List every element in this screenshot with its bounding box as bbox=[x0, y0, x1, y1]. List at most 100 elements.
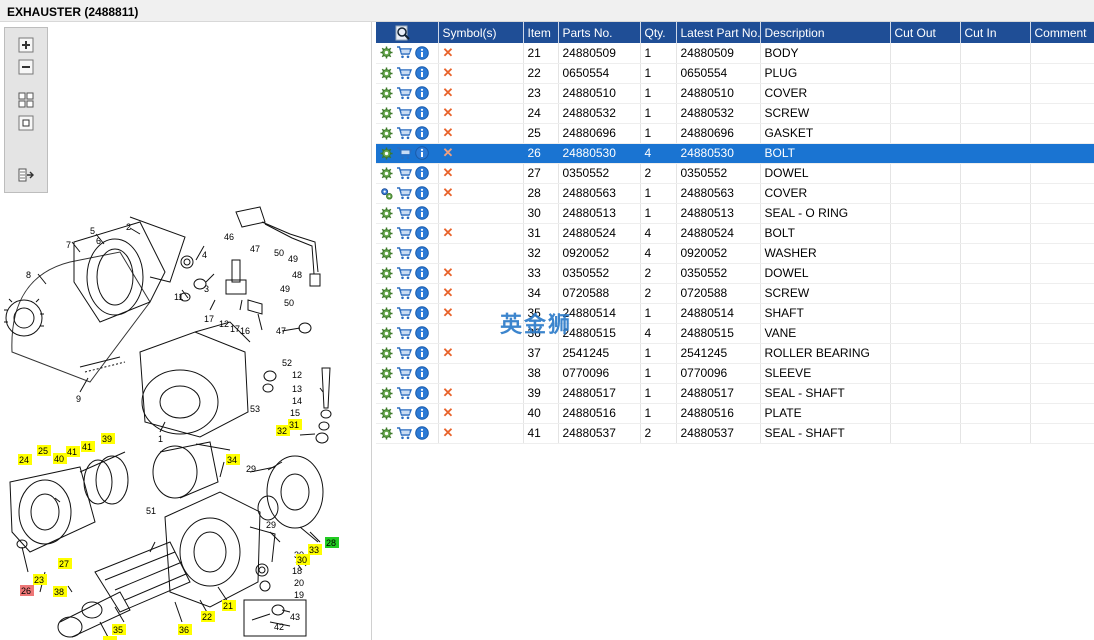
table-row[interactable]: 38 0770096 1 0770096 SLEEVE bbox=[376, 363, 1094, 384]
column-header-symbols[interactable]: Symbol(s) bbox=[438, 22, 524, 43]
cart-icon[interactable] bbox=[396, 346, 412, 360]
cart-icon[interactable] bbox=[396, 226, 412, 240]
table-row[interactable]: ✕ 34 0720588 2 0720588 SCREW bbox=[376, 283, 1094, 304]
column-header-cut-out[interactable]: Cut Out bbox=[890, 22, 961, 43]
gear-icon[interactable] bbox=[380, 406, 393, 420]
gear-icon[interactable] bbox=[380, 126, 393, 140]
info-icon[interactable] bbox=[415, 326, 429, 340]
cart-icon[interactable] bbox=[396, 406, 412, 420]
info-icon[interactable] bbox=[415, 266, 429, 280]
info-icon[interactable] bbox=[415, 406, 429, 420]
cart-icon[interactable] bbox=[396, 86, 412, 100]
gear-icon[interactable] bbox=[380, 266, 393, 280]
cart-icon[interactable] bbox=[396, 66, 412, 80]
column-header-comment[interactable]: Comment bbox=[1030, 22, 1094, 43]
table-row[interactable]: ✕ 28 24880563 1 24880563 COVER bbox=[376, 183, 1094, 204]
info-icon[interactable] bbox=[415, 126, 429, 140]
info-icon[interactable] bbox=[415, 426, 429, 440]
table-row[interactable]: ✕ 23 24880510 1 24880510 COVER bbox=[376, 83, 1094, 104]
highlighted-callouts[interactable]: 24 25 40 41 41 39 34 32 31 28 33 30 27 2… bbox=[18, 419, 339, 640]
cart-icon[interactable] bbox=[396, 246, 412, 260]
gear-icon[interactable] bbox=[380, 246, 393, 260]
gear-icon[interactable] bbox=[380, 66, 393, 80]
table-row[interactable]: ✕ 26 24880530 4 24880530 BOLT bbox=[376, 143, 1094, 164]
cart-icon[interactable] bbox=[396, 366, 412, 380]
gear-icon[interactable] bbox=[380, 326, 393, 340]
cart-icon[interactable] bbox=[396, 166, 412, 180]
cart-icon[interactable] bbox=[396, 126, 412, 140]
row-description: BOLT bbox=[760, 143, 891, 164]
table-row[interactable]: 30 24880513 1 24880513 SEAL - O RING bbox=[376, 203, 1094, 224]
info-icon[interactable] bbox=[415, 86, 429, 100]
column-header-description[interactable]: Description bbox=[760, 22, 891, 43]
table-row[interactable]: ✕ 21 24880509 1 24880509 BODY bbox=[376, 43, 1094, 64]
gear-icon[interactable] bbox=[380, 306, 393, 320]
zoom-out-button[interactable] bbox=[16, 58, 36, 76]
cart-icon[interactable] bbox=[396, 326, 412, 340]
table-row[interactable]: 32 0920052 4 0920052 WASHER bbox=[376, 243, 1094, 264]
info-icon[interactable] bbox=[415, 206, 429, 220]
table-row[interactable]: ✕ 27 0350552 2 0350552 DOWEL bbox=[376, 163, 1094, 184]
column-header-search[interactable] bbox=[376, 22, 439, 43]
column-header-item[interactable]: Item bbox=[523, 22, 559, 43]
info-icon[interactable] bbox=[415, 346, 429, 360]
column-header-latest-part-no[interactable]: Latest Part No. bbox=[676, 22, 761, 43]
cart-icon[interactable] bbox=[396, 426, 412, 440]
info-icon[interactable] bbox=[415, 166, 429, 180]
cart-icon[interactable] bbox=[396, 146, 412, 160]
table-row[interactable]: ✕ 40 24880516 1 24880516 PLATE bbox=[376, 403, 1094, 424]
gear-icon[interactable] bbox=[380, 146, 393, 160]
gear-icon[interactable] bbox=[380, 86, 393, 100]
gear-icon[interactable] bbox=[380, 426, 393, 440]
table-row[interactable]: ✕ 33 0350552 2 0350552 DOWEL bbox=[376, 263, 1094, 284]
exploded-parts-diagram[interactable]: 2567 8943 1117 12 17 164647 50 49484950 475… bbox=[0, 182, 372, 640]
cart-icon[interactable] bbox=[396, 46, 412, 59]
zoom-in-button[interactable] bbox=[16, 36, 36, 54]
cart-icon[interactable] bbox=[396, 186, 412, 200]
gear-icon[interactable] bbox=[380, 106, 393, 120]
info-icon[interactable] bbox=[415, 226, 429, 240]
info-icon[interactable] bbox=[415, 186, 429, 200]
table-row[interactable]: ✕ 35 24880514 1 24880514 SHAFT bbox=[376, 303, 1094, 324]
info-icon[interactable] bbox=[415, 146, 429, 160]
table-row[interactable]: ✕ 39 24880517 1 24880517 SEAL - SHAFT bbox=[376, 383, 1094, 404]
gear-icon[interactable] bbox=[380, 386, 393, 400]
column-header-cut-in[interactable]: Cut In bbox=[960, 22, 1031, 43]
cart-icon[interactable] bbox=[396, 106, 412, 120]
cart-icon[interactable] bbox=[396, 286, 412, 300]
cart-icon[interactable] bbox=[396, 386, 412, 400]
cart-icon[interactable] bbox=[396, 306, 412, 320]
gear-icon[interactable] bbox=[380, 286, 393, 300]
cart-icon[interactable] bbox=[396, 266, 412, 280]
info-icon[interactable] bbox=[415, 306, 429, 320]
info-icon[interactable] bbox=[415, 386, 429, 400]
diagram-pane[interactable]: 2567 8943 11 17 12 17 16 46 47 50 49 48 49 50 47 5… bbox=[0, 22, 372, 640]
table-row[interactable]: ✕ 37 2541245 1 2541245 ROLLER BEARING bbox=[376, 343, 1094, 364]
info-icon[interactable] bbox=[415, 246, 429, 260]
cart-icon[interactable] bbox=[396, 206, 412, 220]
gear-icon[interactable] bbox=[380, 226, 393, 240]
fit-page-button[interactable] bbox=[16, 91, 36, 109]
actual-size-button[interactable] bbox=[16, 114, 36, 132]
svg-text:49: 49 bbox=[288, 254, 298, 264]
svg-text:3: 3 bbox=[204, 284, 209, 294]
info-icon[interactable] bbox=[415, 366, 429, 380]
gear-icon[interactable] bbox=[380, 366, 393, 380]
gear-icon[interactable] bbox=[380, 46, 393, 59]
gear-icon[interactable] bbox=[380, 166, 393, 180]
gear-icon[interactable] bbox=[380, 206, 393, 220]
gear-icon[interactable] bbox=[380, 346, 393, 360]
info-icon[interactable] bbox=[415, 286, 429, 300]
multi-gear-icon[interactable] bbox=[380, 187, 393, 200]
column-header-parts-no[interactable]: Parts No. bbox=[558, 22, 641, 43]
table-row[interactable]: ✕ 25 24880696 1 24880696 GASKET bbox=[376, 123, 1094, 144]
info-icon[interactable] bbox=[415, 106, 429, 120]
table-row[interactable]: ✕ 41 24880537 2 24880537 SEAL - SHAFT bbox=[376, 423, 1094, 444]
column-header-qty[interactable]: Qty. bbox=[640, 22, 677, 43]
table-row[interactable]: ✕ 24 24880532 1 24880532 SCREW bbox=[376, 103, 1094, 124]
info-icon[interactable] bbox=[415, 45, 429, 60]
table-row[interactable]: ✕ 31 24880524 4 24880524 BOLT bbox=[376, 223, 1094, 244]
info-icon[interactable] bbox=[415, 66, 429, 80]
table-row[interactable]: ✕ 22 0650554 1 0650554 PLUG bbox=[376, 63, 1094, 84]
table-row[interactable]: 36 24880515 4 24880515 VANE bbox=[376, 323, 1094, 344]
